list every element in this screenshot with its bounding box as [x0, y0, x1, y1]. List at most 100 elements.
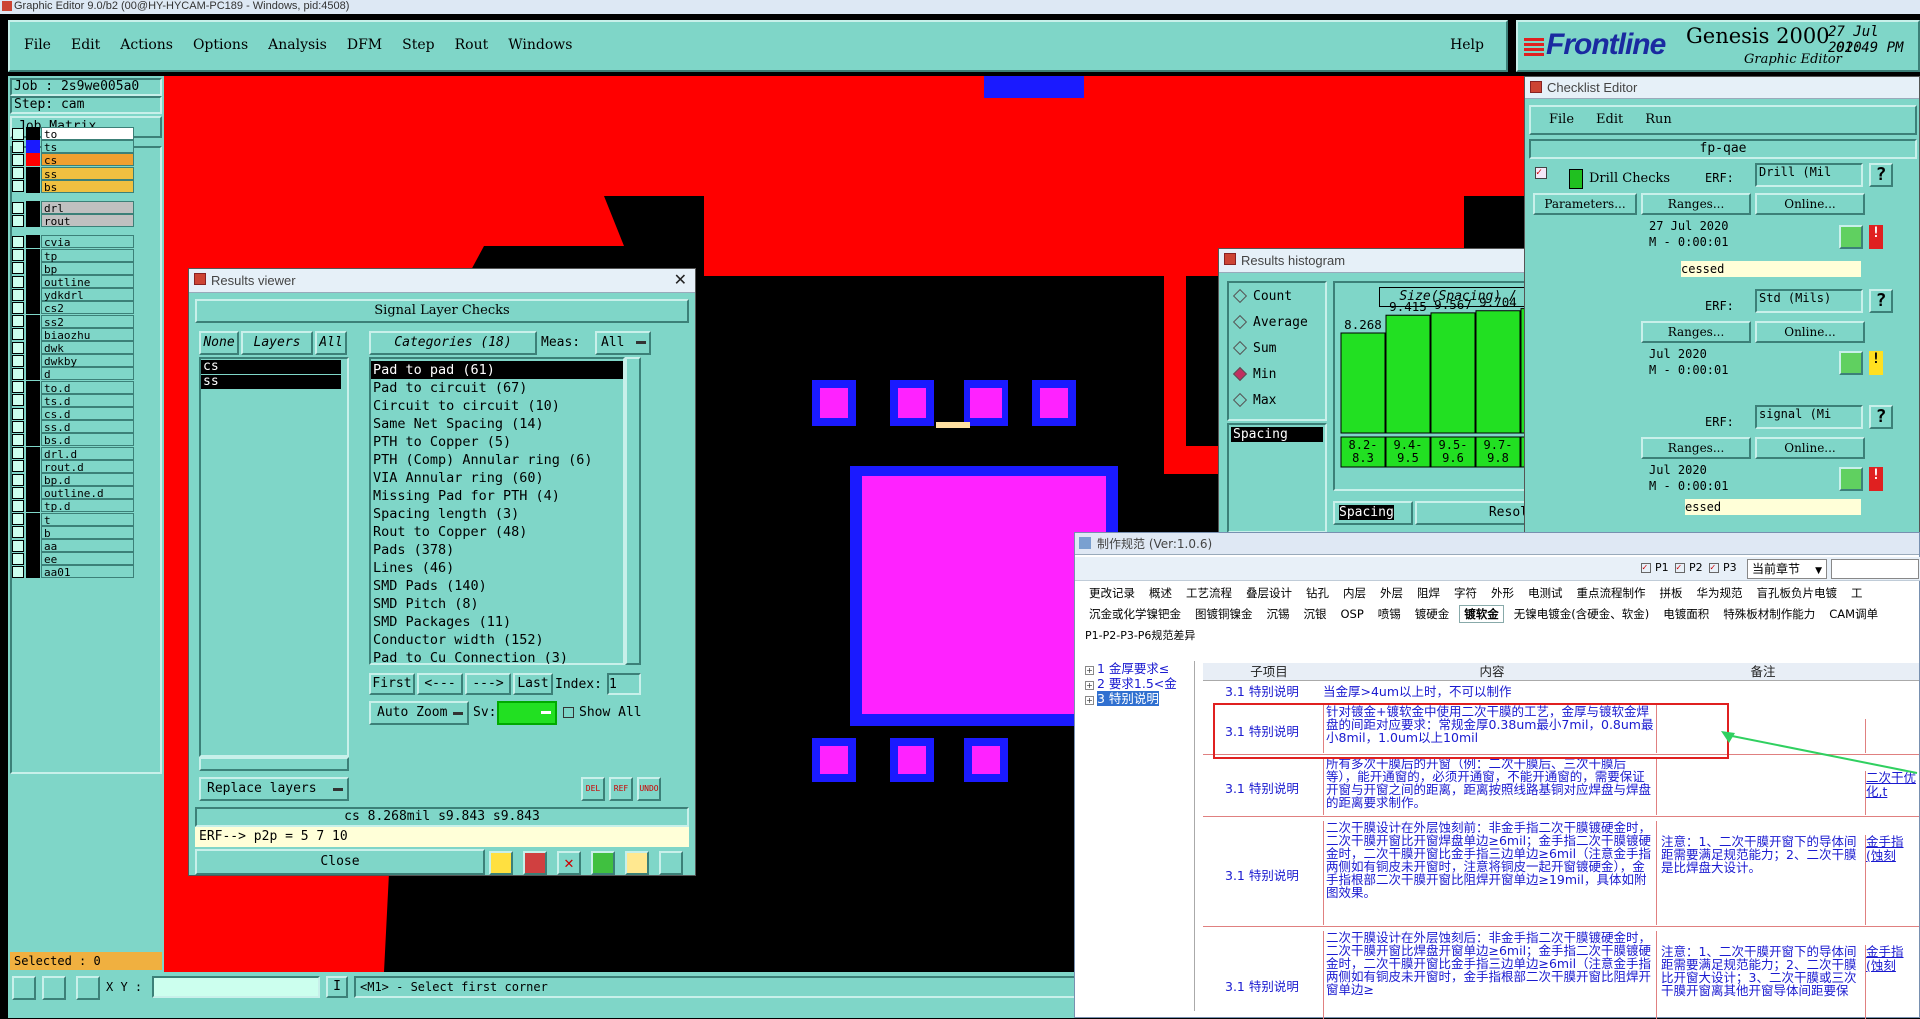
category-item[interactable]: SMD Pads (140)	[371, 577, 623, 595]
category-item[interactable]: Circuit to circuit (10)	[371, 397, 623, 415]
layer-checkbox[interactable]	[12, 394, 24, 407]
category-item[interactable]: Spacing length (3)	[371, 505, 623, 523]
last-button[interactable]: Last	[513, 673, 553, 695]
row-extra[interactable]: 金手指(蚀刻	[1865, 945, 1917, 1019]
spec-tab[interactable]: 盲孔板负片电镀	[1753, 585, 1842, 601]
layer-checkbox[interactable]	[12, 447, 24, 460]
menu-options[interactable]: Options	[193, 37, 248, 53]
zoom-home-icon[interactable]	[42, 976, 66, 1000]
ref-button[interactable]: REF	[609, 777, 633, 801]
layer-checkbox[interactable]	[12, 262, 24, 275]
erf-value[interactable]: signal (Mi	[1755, 405, 1863, 429]
online-button[interactable]: Online...	[1755, 321, 1865, 343]
xy-input[interactable]	[152, 976, 320, 998]
result-layer-item[interactable]: cs	[201, 360, 341, 374]
histogram-icon[interactable]	[659, 851, 683, 875]
layer-checkbox[interactable]	[12, 140, 24, 153]
layer-checkbox[interactable]	[12, 341, 24, 354]
aggregate-option-count[interactable]: Count	[1229, 283, 1325, 309]
layer-checkbox[interactable]	[12, 328, 24, 341]
menu-file[interactable]: File	[24, 37, 51, 53]
spec-tab[interactable]: 钻孔	[1302, 585, 1333, 601]
zoom-icon[interactable]	[1839, 467, 1863, 491]
category-item[interactable]: SMD Pitch (8)	[371, 595, 623, 613]
category-item[interactable]: Lines (46)	[371, 559, 623, 577]
ranges-button[interactable]: Ranges...	[1641, 437, 1751, 459]
info-icon[interactable]: I	[326, 976, 348, 998]
auto-zoom-dropdown[interactable]: Auto Zoom	[369, 701, 469, 725]
layer-checkbox[interactable]	[12, 513, 24, 526]
histogram-bar[interactable]	[1340, 332, 1386, 434]
online-button[interactable]: Online...	[1755, 437, 1865, 459]
all-button[interactable]: All	[315, 331, 347, 355]
spec-tab[interactable]: 字符	[1450, 585, 1481, 601]
spec-tab[interactable]: 无镍电镀金(含硬金、软金)	[1510, 606, 1653, 622]
spec-tab[interactable]: 工艺流程	[1182, 585, 1236, 601]
spec-tab[interactable]: 沉金或化学镍钯金	[1085, 606, 1185, 622]
spec-tab[interactable]: 阻焊	[1413, 585, 1444, 601]
result-layer-item[interactable]: ss	[201, 375, 341, 389]
delete-x-icon[interactable]: ✕	[557, 851, 581, 875]
category-item[interactable]: Missing Pad for PTH (4)	[371, 487, 623, 505]
spec-tab[interactable]: 概述	[1145, 585, 1176, 601]
table-row[interactable]: 3.1 特别说明 二次干膜设计在外层蚀刻前：非金手指二次干膜镀硬金时，二次干膜开窗…	[1203, 819, 1919, 927]
layer-checkbox[interactable]	[12, 214, 24, 227]
col-note[interactable]: 备注	[1661, 663, 1865, 680]
layer-scrollbar-h[interactable]	[199, 757, 349, 771]
category-item[interactable]: Pads (378)	[371, 541, 623, 559]
layer-checkbox[interactable]	[12, 473, 24, 486]
zoom-area-icon[interactable]	[12, 976, 36, 1000]
query-icon[interactable]	[489, 851, 513, 875]
spec-tab[interactable]: 重点流程制作	[1573, 585, 1650, 601]
show-all-checkbox[interactable]	[563, 707, 574, 718]
layer-checkbox[interactable]	[12, 486, 24, 499]
none-button[interactable]: None	[199, 331, 239, 355]
undo-button[interactable]: UNDO	[637, 777, 661, 801]
spec-tab[interactable]: 特殊板材制作能力	[1719, 606, 1819, 622]
spec-tab[interactable]: 华为规范	[1693, 585, 1747, 601]
categories-button[interactable]: Categories (18)	[369, 331, 537, 355]
row-extra[interactable]: 金手指(蚀刻	[1865, 835, 1917, 925]
spec-tab[interactable]: 内层	[1339, 585, 1370, 601]
aggregate-option-sum[interactable]: Sum	[1229, 335, 1325, 361]
chapter-dropdown[interactable]: 当前章节 ▼	[1747, 559, 1827, 579]
expand-icon[interactable]: +	[1085, 696, 1094, 705]
layer-checkbox[interactable]	[12, 249, 24, 262]
histogram-bar[interactable]	[1385, 314, 1431, 434]
erf-value[interactable]: Std (Mils)	[1755, 289, 1863, 313]
spec-tab-diff[interactable]: P1-P2-P3-P6规范差异	[1085, 627, 1195, 643]
layer-checkbox[interactable]	[12, 460, 24, 473]
p2-checkbox[interactable]: ✓	[1675, 563, 1685, 573]
layer-checkbox[interactable]	[12, 315, 24, 328]
ranges-button[interactable]: Ranges...	[1641, 193, 1751, 215]
spec-tab[interactable]: 工	[1847, 585, 1867, 601]
next-button[interactable]: --->	[465, 673, 511, 695]
first-button[interactable]: First	[369, 673, 415, 695]
layer-checkbox[interactable]	[12, 433, 24, 446]
layer-checkbox[interactable]	[12, 301, 24, 314]
category-item[interactable]: PTH to Copper (5)	[371, 433, 623, 451]
spec-tab[interactable]: 沉银	[1300, 606, 1331, 622]
p3-checkbox[interactable]: ✓	[1709, 563, 1719, 573]
aggregate-option-min[interactable]: Min	[1229, 361, 1325, 387]
expand-icon[interactable]: +	[1085, 681, 1094, 690]
spec-tab[interactable]: 外层	[1376, 585, 1407, 601]
index-input[interactable]	[607, 673, 641, 695]
measure-icon[interactable]	[523, 851, 547, 875]
category-item[interactable]: VIA Annular ring (60)	[371, 469, 623, 487]
layer-checkbox[interactable]	[12, 367, 24, 380]
check-active-icon[interactable]: ✓	[1535, 167, 1547, 179]
help-button[interactable]: ?	[1869, 289, 1893, 313]
layers-button[interactable]: Layers	[241, 331, 313, 355]
menu-dfm[interactable]: DFM	[347, 37, 382, 53]
ranges-button[interactable]: Ranges...	[1641, 321, 1751, 343]
spec-tab[interactable]: CAM调单	[1825, 606, 1882, 622]
close-button[interactable]: Close	[195, 849, 485, 875]
spec-tab[interactable]: 更改记录	[1085, 585, 1139, 601]
zoom-icon[interactable]	[1839, 225, 1863, 249]
tree-node[interactable]: +3 特别说明	[1085, 691, 1194, 706]
menu-edit[interactable]: Edit	[71, 37, 100, 53]
col-sub[interactable]: 子项目	[1215, 663, 1323, 680]
checklist-menu-file[interactable]: File	[1549, 107, 1574, 133]
prev-button[interactable]: <---	[417, 673, 463, 695]
